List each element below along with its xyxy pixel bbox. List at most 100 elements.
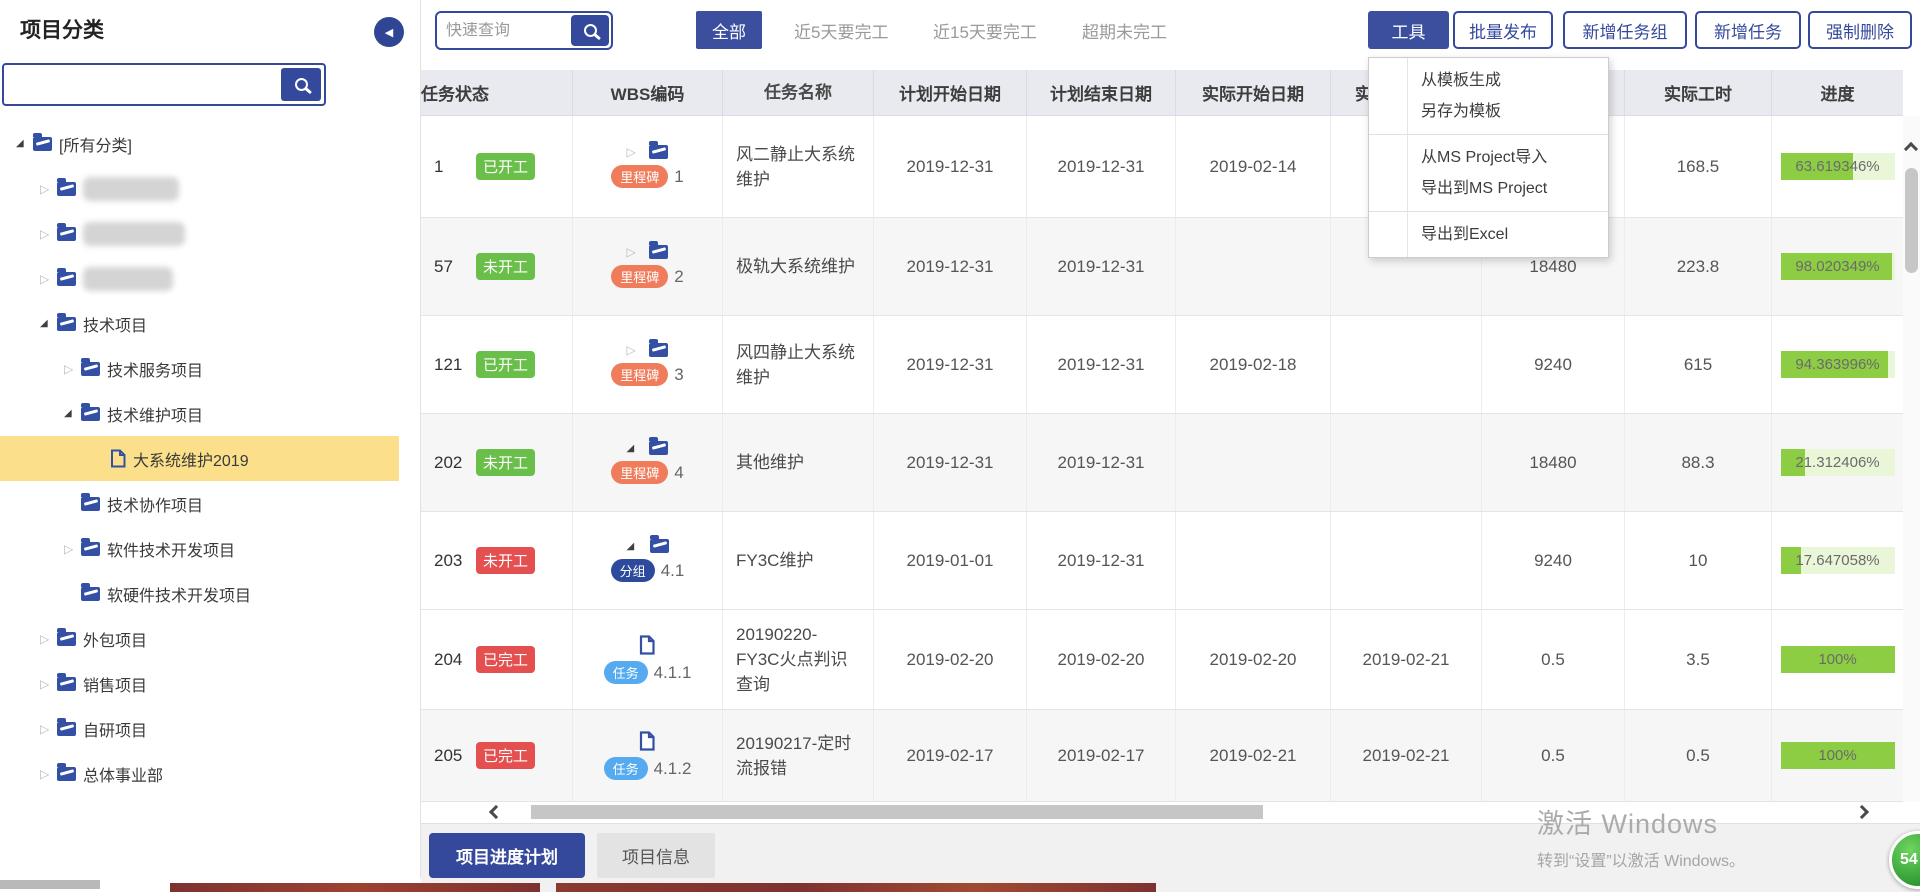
cell-plan-end: 2019-12-31: [1027, 116, 1176, 217]
cell-progress: 63.619346%: [1772, 116, 1903, 217]
filter-tab-overdue[interactable]: 超期未完工: [1082, 11, 1167, 49]
add-task-button[interactable]: 新增任务: [1695, 11, 1801, 49]
collapsed-arrow-icon[interactable]: ▷: [626, 343, 643, 357]
cell-plan-start: 2019-02-17: [874, 710, 1027, 801]
collapsed-arrow-icon[interactable]: ▷: [40, 722, 57, 736]
scroll-left-icon[interactable]: [489, 805, 503, 819]
table-row[interactable]: 1 已开工 ▷ 里程碑1 风二静止大系统维护 2019-12-31 2019-1…: [421, 116, 1903, 218]
collapsed-arrow-icon[interactable]: ▷: [64, 542, 81, 556]
batch-publish-button[interactable]: 批量发布: [1453, 11, 1553, 49]
menu-item-save-as-template[interactable]: 另存为模板: [1369, 96, 1608, 127]
tree-item-tech-maintenance[interactable]: ◢ 技术维护项目: [0, 391, 421, 436]
tab-project-schedule[interactable]: 项目进度计划: [429, 833, 585, 878]
header-plan-start[interactable]: 计划开始日期: [874, 70, 1027, 115]
tree-item-tech-projects[interactable]: ◢ 技术项目: [0, 301, 421, 346]
tree-item-outsourcing[interactable]: ▷ 外包项目: [0, 616, 421, 661]
tree-item-all-categories[interactable]: ◢ [所有分类]: [0, 121, 421, 166]
collapsed-arrow-icon[interactable]: ▷: [40, 767, 57, 781]
sidebar-collapse-button[interactable]: ◀: [374, 17, 404, 47]
search-icon: [295, 78, 308, 91]
menu-item-generate-from-template[interactable]: 从模板生成: [1369, 65, 1608, 96]
tree-item-software-dev[interactable]: ▷ 软件技术开发项目: [0, 526, 421, 571]
filter-tab-due-5-days[interactable]: 近5天要完工: [794, 11, 888, 49]
header-task-name[interactable]: 任务名称: [723, 70, 874, 115]
tree-item-label: 技术项目: [83, 312, 147, 336]
cell-task-name: 其他维护: [723, 414, 874, 511]
progress-label: 94.363996%: [1781, 351, 1895, 378]
expanded-arrow-icon[interactable]: ◢: [64, 408, 81, 419]
collapsed-arrow-icon[interactable]: ▷: [40, 677, 57, 691]
collapsed-arrow-icon[interactable]: ▷: [40, 227, 57, 241]
expanded-arrow-icon[interactable]: ◢: [626, 443, 643, 454]
expanded-arrow-icon[interactable]: ◢: [627, 541, 644, 552]
status-badge: 已开工: [476, 153, 535, 180]
cell-plan-end: 2019-12-31: [1027, 316, 1176, 413]
collapsed-arrow-icon[interactable]: ▷: [626, 245, 643, 259]
folder-icon: [57, 632, 76, 646]
cell-wbs: ◢ 分组4.1: [573, 512, 723, 609]
category-search-input[interactable]: [4, 70, 281, 100]
row-number: 204: [434, 650, 476, 670]
scroll-up-icon[interactable]: [1904, 142, 1918, 156]
collapsed-arrow-icon[interactable]: ▷: [40, 272, 57, 286]
filter-tab-all[interactable]: 全部: [696, 11, 762, 49]
category-search-button[interactable]: [281, 68, 321, 101]
expanded-arrow-icon[interactable]: ◢: [16, 138, 33, 149]
scroll-right-icon[interactable]: [1855, 805, 1869, 819]
tree-item-hw-sw-dev[interactable]: 软硬件技术开发项目: [0, 571, 421, 616]
table-row[interactable]: 202 未开工 ◢ 里程碑4 其他维护 2019-12-31 2019-12-3…: [421, 414, 1903, 512]
cell-actual-end: 2019-02-21: [1331, 710, 1482, 801]
vertical-scrollbar-thumb[interactable]: [1905, 168, 1918, 273]
menu-divider: [1369, 134, 1608, 135]
background-window-sliver: [556, 883, 1156, 892]
collapsed-arrow-icon[interactable]: ▷: [40, 632, 57, 646]
menu-item-export-ms-project[interactable]: 导出到MS Project: [1369, 173, 1608, 204]
category-tree: ◢ [所有分类] ▷ ▷ ▷ ◢ 技术项目 ▷ 技术服务项目 ◢ 技术维护项目: [0, 121, 421, 796]
tree-item-sales[interactable]: ▷ 销售项目: [0, 661, 421, 706]
tree-item-redacted[interactable]: ▷: [0, 256, 421, 301]
menu-item-export-excel[interactable]: 导出到Excel: [1369, 219, 1608, 250]
file-icon: [639, 635, 655, 655]
menu-item-import-ms-project[interactable]: 从MS Project导入: [1369, 142, 1608, 173]
tree-item-redacted[interactable]: ▷: [0, 211, 421, 256]
header-actual-start[interactable]: 实际开始日期: [1176, 70, 1331, 115]
header-progress[interactable]: 进度: [1772, 70, 1903, 115]
table-row[interactable]: 203 未开工 ◢ 分组4.1 FY3C维护 2019-01-01 2019-1…: [421, 512, 1903, 610]
status-badge: 未开工: [476, 253, 535, 280]
quick-search-button[interactable]: [571, 15, 609, 46]
add-task-group-button[interactable]: 新增任务组: [1563, 11, 1687, 49]
vertical-scrollbar[interactable]: [1903, 116, 1920, 802]
collapsed-arrow-icon[interactable]: ▷: [40, 182, 57, 196]
header-actual-hours[interactable]: 实际工时: [1625, 70, 1772, 115]
cell-task-name: FY3C维护: [723, 512, 874, 609]
milestone-pill: 里程碑: [611, 461, 668, 484]
collapsed-arrow-icon[interactable]: ▷: [626, 145, 643, 159]
header-wbs-code[interactable]: WBS编码: [573, 70, 723, 115]
force-delete-button[interactable]: 强制删除: [1808, 11, 1912, 49]
table-row[interactable]: 121 已开工 ▷ 里程碑3 风四静止大系统维护 2019-12-31 2019…: [421, 316, 1903, 414]
expanded-arrow-icon[interactable]: ◢: [40, 318, 57, 329]
filter-tab-due-15-days[interactable]: 近15天要完工: [933, 11, 1037, 49]
horizontal-scrollbar-thumb[interactable]: [531, 805, 1263, 819]
tree-item-tech-service[interactable]: ▷ 技术服务项目: [0, 346, 421, 391]
tools-button[interactable]: 工具: [1368, 11, 1449, 49]
tree-item-redacted[interactable]: ▷: [0, 166, 421, 211]
wbs-code: 3: [674, 365, 683, 385]
table-row[interactable]: 205 已完工 任务4.1.2 20190217-定时流报错 2019-02-1…: [421, 710, 1903, 802]
progress-label: 98.020349%: [1781, 253, 1895, 280]
collapsed-arrow-icon[interactable]: ▷: [64, 362, 81, 376]
table-row[interactable]: 57 未开工 ▷ 里程碑2 极轨大系统维护 2019-12-31 2019-12…: [421, 218, 1903, 316]
quick-search-input[interactable]: [437, 22, 571, 40]
tree-item-self-research[interactable]: ▷ 自研项目: [0, 706, 421, 751]
tree-item-selected-project[interactable]: 大系统维护2019: [0, 436, 399, 481]
header-plan-end[interactable]: 计划结束日期: [1027, 70, 1176, 115]
table-row[interactable]: 204 已完工 任务4.1.1 20190220-FY3C火点判识查询 2019…: [421, 610, 1903, 710]
cell-plan-start: 2019-01-01: [874, 512, 1027, 609]
tree-item-label: 技术服务项目: [107, 357, 203, 381]
tree-item-tech-collab[interactable]: 技术协作项目: [0, 481, 421, 526]
header-status[interactable]: 任务状态: [421, 70, 573, 115]
tab-project-info[interactable]: 项目信息: [597, 833, 715, 878]
cell-progress: 21.312406%: [1772, 414, 1903, 511]
progress-bar: 94.363996%: [1781, 351, 1895, 378]
tree-item-general-division[interactable]: ▷ 总体事业部: [0, 751, 421, 796]
